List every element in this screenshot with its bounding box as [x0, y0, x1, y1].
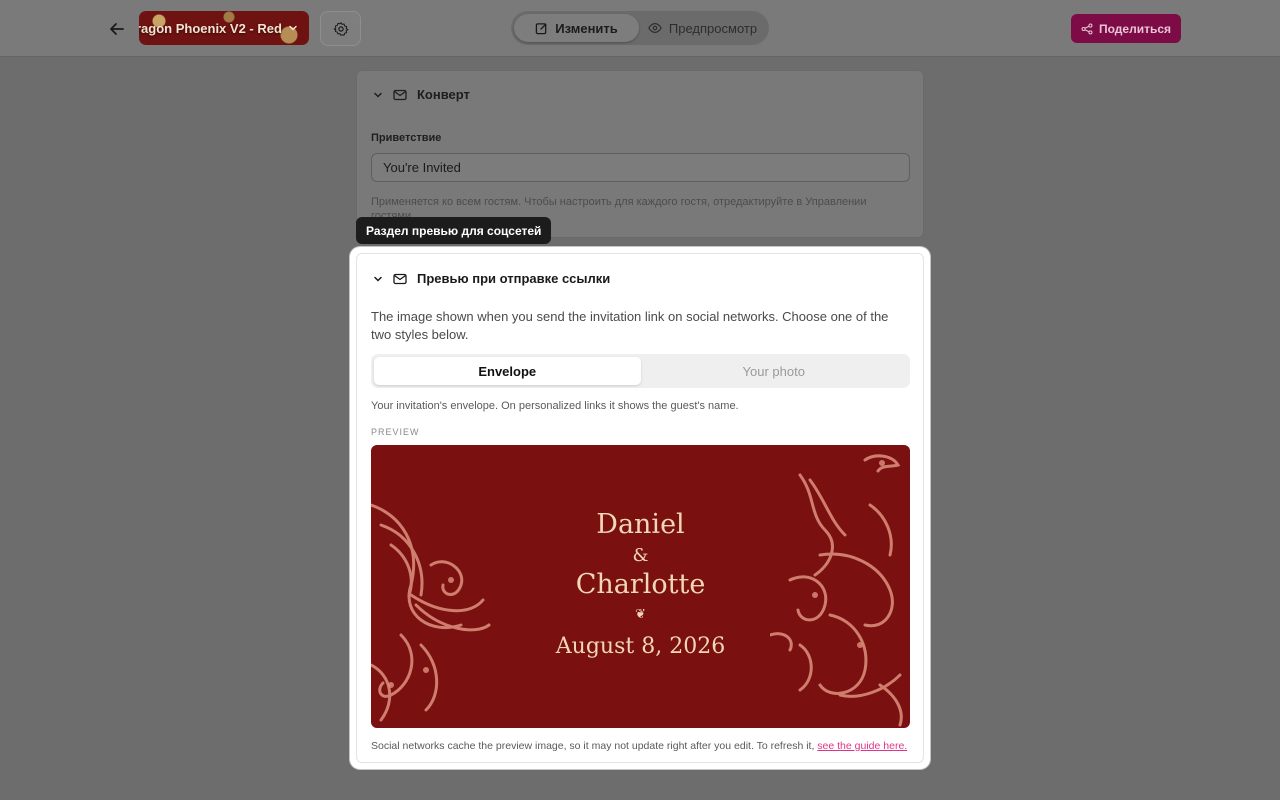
edit-mode-label: Изменить	[555, 20, 618, 36]
arrow-left-icon	[110, 23, 124, 35]
edit-mode-button[interactable]: Изменить	[514, 14, 639, 42]
share-icon	[1081, 23, 1093, 34]
preview-date: August 8, 2026	[555, 634, 726, 659]
social-description: The image shown when you send the invita…	[371, 309, 889, 342]
mail-icon	[393, 89, 407, 100]
tour-tooltip: Раздел превью для соцсетей	[356, 217, 552, 244]
social-preview-section: Превью при отправке ссылки The image sho…	[350, 247, 930, 769]
preview-label: PREVIEW	[371, 427, 420, 437]
theme-selector[interactable]: ragon Phoenix V2 - Red	[139, 11, 309, 45]
chevron-down-icon	[374, 276, 382, 282]
share-label: Поделиться	[1098, 21, 1172, 36]
guide-link[interactable]: see the guide here.	[817, 740, 907, 752]
greeting-input[interactable]	[371, 153, 910, 182]
edit-icon	[535, 22, 547, 34]
cache-note-text: Social networks cache the preview image,…	[371, 740, 815, 752]
envelope-option[interactable]: Envelope	[374, 357, 641, 385]
back-button[interactable]	[104, 16, 130, 42]
preview-ampersand: &	[632, 545, 649, 566]
share-button[interactable]: Поделиться	[1071, 14, 1181, 43]
envelope-section-header[interactable]: Конверт	[373, 87, 470, 102]
preview-mode-button[interactable]: Предпросмотр	[639, 14, 766, 42]
envelope-section: Конверт Приветствие Применяется ко всем …	[356, 70, 924, 238]
gear-icon	[333, 21, 348, 36]
your-photo-option[interactable]: Your photo	[641, 357, 908, 385]
preview-style-toggle: Envelope Your photo	[371, 354, 910, 388]
social-section-header[interactable]: Превью при отправке ссылки	[373, 271, 610, 286]
eye-icon	[648, 23, 662, 33]
fleuron-ornament: ❦	[635, 607, 646, 622]
preview-name-2: Charlotte	[575, 569, 706, 600]
mode-switch: Изменить Предпросмотр	[511, 11, 769, 45]
preview-name-1: Daniel	[596, 509, 685, 540]
chevron-down-icon	[374, 92, 382, 98]
theme-name: ragon Phoenix V2 - Red	[139, 20, 282, 36]
social-preview-image: Daniel & Charlotte ❦ August 8, 2026	[371, 445, 910, 728]
envelope-note: Your invitation's envelope. On personali…	[371, 400, 739, 412]
mail-icon	[393, 273, 407, 284]
chevron-down-icon	[289, 25, 297, 31]
greeting-label: Приветствие	[371, 132, 442, 144]
preview-mode-label: Предпросмотр	[668, 20, 758, 36]
settings-button[interactable]	[320, 11, 361, 46]
envelope-section-title: Конверт	[417, 87, 470, 102]
cache-note: Social networks cache the preview image,…	[371, 740, 907, 752]
top-bar: ragon Phoenix V2 - Red Изменить Предпрос…	[0, 0, 1280, 57]
social-section-title: Превью при отправке ссылки	[417, 271, 611, 286]
